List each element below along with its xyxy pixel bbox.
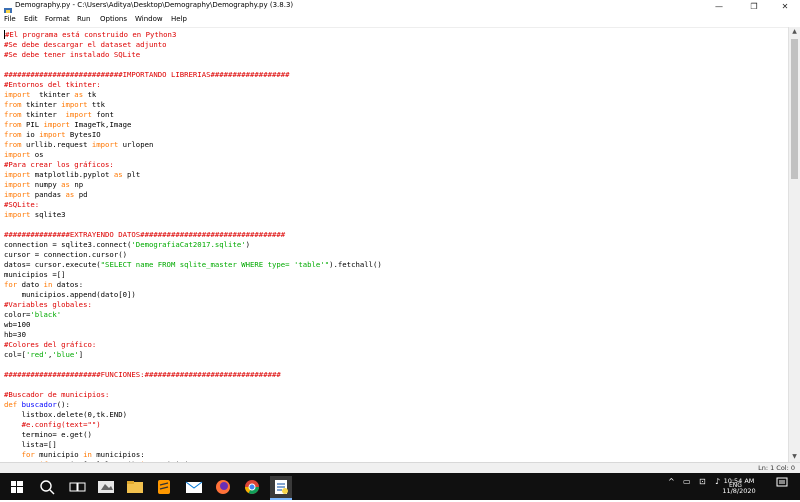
code-line[interactable]: from io import BytesIO — [4, 130, 101, 140]
scroll-down-icon[interactable]: ▼ — [789, 452, 800, 462]
code-line[interactable]: import numpy as np — [4, 180, 83, 190]
file-explorer-icon[interactable] — [124, 476, 146, 498]
code-editor[interactable]: #El programa está construido en Python3 #… — [0, 27, 789, 463]
code-line[interactable]: hb=30 — [4, 330, 26, 340]
menu-options[interactable]: Options — [100, 15, 127, 23]
code-line[interactable]: municipios.append(dato[0]) — [4, 290, 136, 300]
code-line[interactable]: connection = sqlite3.connect('Demografia… — [4, 240, 250, 250]
task-view-icon[interactable] — [66, 476, 88, 498]
code-line[interactable]: ###########################IMPORTANDO LI… — [4, 70, 290, 80]
maximize-button[interactable]: ❐ — [739, 0, 769, 13]
close-button[interactable]: ✕ — [770, 0, 800, 13]
title-bar: Demography.py - C:\Users\Aditya\Desktop\… — [0, 0, 800, 16]
menu-file[interactable]: File — [4, 15, 16, 23]
code-line[interactable]: municipios =[] — [4, 270, 66, 280]
code-line[interactable]: #Entornos del tkinter: — [4, 80, 101, 90]
menu-format[interactable]: Format — [45, 15, 70, 23]
code-line[interactable]: import matplotlib.pyplot as plt — [4, 170, 140, 180]
code-line[interactable]: import os — [4, 150, 44, 160]
code-line[interactable]: #Para crear los gráficos: — [4, 160, 114, 170]
menu-run[interactable]: Run — [77, 15, 90, 23]
menu-window[interactable]: Window — [135, 15, 163, 23]
minimize-button[interactable]: — — [704, 0, 734, 13]
code-line[interactable]: ######################FUNCIONES:########… — [4, 370, 281, 380]
code-line[interactable]: for municipio in municipios: — [4, 450, 145, 460]
search-icon[interactable] — [36, 476, 58, 498]
code-line[interactable]: #e.config(text="") — [4, 420, 101, 430]
code-line[interactable]: color='black' — [4, 310, 61, 320]
scrollbar-thumb[interactable] — [791, 39, 798, 179]
code-line[interactable]: import tkinter as tk — [4, 90, 96, 100]
cursor-position: Ln: 1 Col: 0 — [758, 464, 795, 472]
code-line[interactable]: #Variables globales: — [4, 300, 92, 310]
clock-time: 10:54 AM — [723, 477, 755, 485]
code-line[interactable]: from tkinter import font — [4, 110, 114, 120]
code-line[interactable]: datos= cursor.execute("SELECT name FROM … — [4, 260, 382, 270]
code-line[interactable]: termino= e.get() — [4, 430, 92, 440]
code-line[interactable]: import pandas as pd — [4, 190, 88, 200]
tray-battery-icon[interactable]: ▭ — [683, 477, 691, 486]
menu-edit[interactable]: Edit — [24, 15, 38, 23]
scroll-up-icon[interactable]: ▲ — [789, 27, 800, 37]
system-clock[interactable]: 10:54 AM 11/8/2020 — [714, 476, 764, 496]
menu-help[interactable]: Help — [171, 15, 187, 23]
code-line[interactable]: #Colores del gráfico: — [4, 340, 96, 350]
code-line[interactable]: #Buscador de municipios: — [4, 390, 109, 400]
code-line[interactable]: ###############EXTRAYENDO DATOS#########… — [4, 230, 285, 240]
menu-bar: File Edit Format Run Options Window Help — [0, 13, 800, 26]
idle-app-icon — [3, 2, 13, 16]
sublime-icon[interactable] — [153, 476, 175, 498]
code-line[interactable]: from tkinter import ttk — [4, 100, 105, 110]
taskbar: ^ ▭ ⊡ ♪ ENG 10:54 AM 11/8/2020 — [0, 473, 800, 500]
code-line[interactable]: #Se debe descargar el dataset adjunto — [4, 40, 167, 50]
code-line[interactable]: #Se debe tener instalado SQLite — [4, 50, 140, 60]
tray-chevron-icon[interactable]: ^ — [668, 477, 675, 486]
code-line[interactable]: from PIL import ImageTk,Image — [4, 120, 131, 130]
code-line[interactable]: cursor = connection.cursor() — [4, 250, 127, 260]
vertical-scrollbar[interactable]: ▲ ▼ — [788, 27, 800, 462]
mail-icon[interactable] — [183, 476, 205, 498]
tray-network-icon[interactable]: ⊡ — [699, 477, 706, 486]
code-line[interactable]: def buscador(): — [4, 400, 70, 410]
chrome-icon[interactable] — [241, 476, 263, 498]
code-line[interactable]: lista=[] — [4, 440, 57, 450]
code-line[interactable]: import sqlite3 — [4, 210, 66, 220]
code-line[interactable]: listbox.delete(0,tk.END) — [4, 410, 127, 420]
settings-icon[interactable] — [95, 476, 117, 498]
python-idle-icon[interactable] — [270, 476, 292, 500]
firefox-icon[interactable] — [212, 476, 234, 498]
code-line[interactable]: for dato in datos: — [4, 280, 83, 290]
notifications-icon[interactable] — [776, 477, 788, 491]
code-line[interactable]: wb=100 — [4, 320, 30, 330]
code-line[interactable]: from urllib.request import urlopen — [4, 140, 153, 150]
code-line[interactable]: #SQLite: — [4, 200, 39, 210]
code-line[interactable]: col=['red','blue'] — [4, 350, 83, 360]
windows-start-icon[interactable] — [6, 476, 28, 498]
window-title: Demography.py - C:\Users\Aditya\Desktop\… — [15, 1, 294, 9]
code-line[interactable]: #El programa está construido en Python3 — [4, 30, 176, 40]
clock-date: 11/8/2020 — [722, 487, 756, 495]
